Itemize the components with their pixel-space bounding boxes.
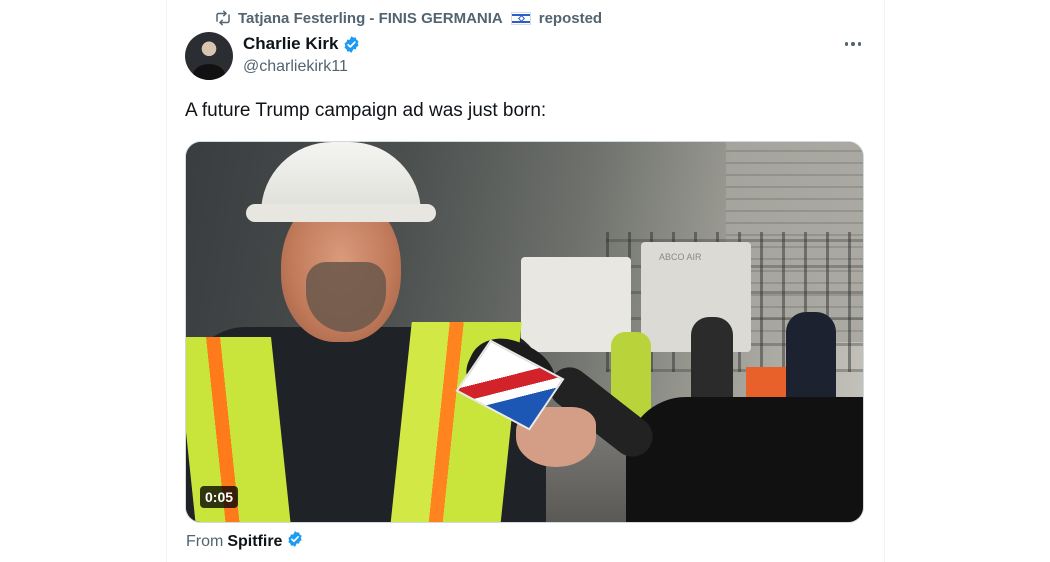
author-name-row[interactable]: Charlie Kirk (243, 34, 361, 54)
more-options-icon[interactable] (840, 32, 866, 56)
verified-badge-icon (342, 35, 361, 54)
video-frame-hardhat-brim (246, 204, 436, 222)
avatar[interactable] (185, 32, 233, 80)
video-player[interactable]: 0:05 (185, 141, 864, 523)
author-name[interactable]: Charlie Kirk (243, 34, 338, 54)
post-text: A future Trump campaign ad was just born… (185, 100, 547, 121)
timeline-right-border (884, 0, 885, 562)
media-source: From Spitfire (186, 530, 304, 553)
author-handle[interactable]: @charliekirk11 (243, 58, 348, 76)
timeline-left-border (166, 0, 167, 562)
source-name[interactable]: Spitfire (227, 533, 282, 551)
israel-flag-icon (510, 11, 531, 25)
repost-action-label: reposted (538, 9, 603, 27)
video-frame-interviewer-arm (626, 397, 863, 522)
reposter-name[interactable]: Tatjana Festerling - FINIS GERMANIA (238, 10, 503, 27)
repost-context[interactable]: Tatjana Festerling - FINIS GERMANIA repo… (214, 8, 602, 28)
verified-badge-icon (286, 530, 304, 553)
source-prefix: From (186, 532, 224, 550)
video-duration-badge: 0:05 (200, 486, 239, 508)
repost-icon (214, 10, 232, 26)
